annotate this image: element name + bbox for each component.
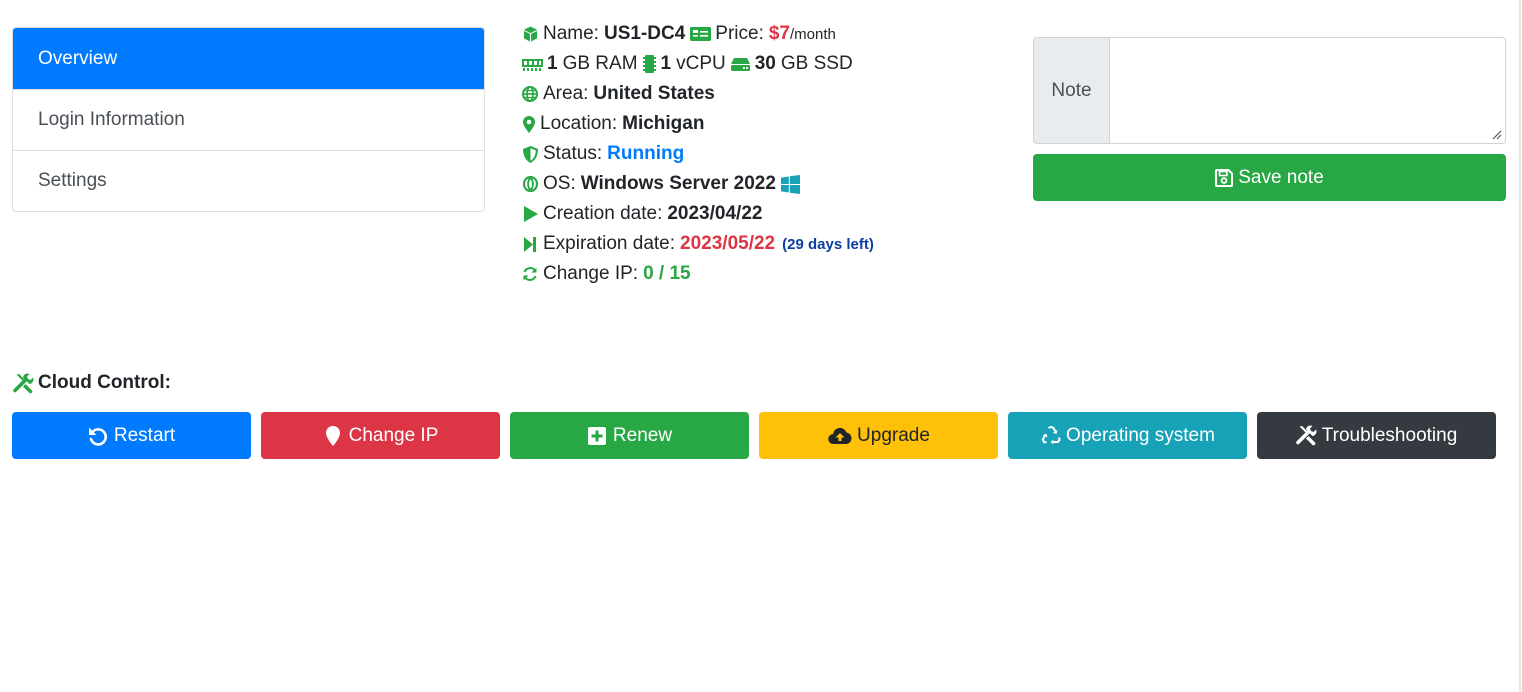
cloud-upload-icon xyxy=(827,425,852,446)
operating-system-label: Operating system xyxy=(1066,424,1215,446)
undo-icon xyxy=(88,425,109,446)
creation-value: 2023/04/22 xyxy=(667,203,763,224)
restart-button[interactable]: Restart xyxy=(12,412,251,459)
expiration-value: 2023/05/22 xyxy=(680,233,776,254)
map-marker-icon xyxy=(323,425,344,446)
step-forward-icon xyxy=(521,235,539,253)
save-note-label: Save note xyxy=(1238,166,1324,188)
info-row-area: Area: United States xyxy=(521,79,1001,109)
cloud-control-label: Cloud Control: xyxy=(38,372,171,393)
recycle-icon xyxy=(1040,425,1061,446)
troubleshooting-label: Troubleshooting xyxy=(1321,424,1458,446)
microchip-icon xyxy=(643,55,657,73)
nav-item-login-information[interactable]: Login Information xyxy=(13,89,484,150)
note-textarea[interactable] xyxy=(1109,37,1506,144)
change-ip-value: 0 / 15 xyxy=(643,263,691,284)
info-row-location: Location: Michigan xyxy=(521,109,1001,139)
price-period: /month xyxy=(790,25,836,43)
info-row-creation: Creation date: 2023/04/22 xyxy=(521,199,1001,229)
sidebar-nav: Overview Login Information Settings xyxy=(12,27,485,212)
opera-icon xyxy=(521,175,539,193)
cpu-unit: vCPU xyxy=(676,53,726,74)
upgrade-button[interactable]: Upgrade xyxy=(759,412,998,459)
area-value: United States xyxy=(593,83,715,104)
location-value: Michigan xyxy=(622,113,705,134)
page-right-border xyxy=(1519,0,1521,692)
change-ip-button[interactable]: Change IP xyxy=(261,412,500,459)
globe-icon xyxy=(521,85,539,103)
name-label: Name: xyxy=(543,23,599,44)
server-info: Name: US1-DC4 Price: $7 /month 1 GB RAM … xyxy=(521,19,1001,289)
info-row-expiration: Expiration date: 2023/05/22 (29 days lef… xyxy=(521,229,1001,259)
info-row-status: Status: Running xyxy=(521,139,1001,169)
sync-icon xyxy=(521,265,539,283)
os-label: OS: xyxy=(543,173,576,194)
ssd-value: 30 xyxy=(754,53,776,74)
info-row-name: Name: US1-DC4 Price: $7 /month xyxy=(521,19,1001,49)
cloud-control-title: Cloud Control: xyxy=(12,370,171,396)
resize-grip-icon[interactable] xyxy=(1490,128,1502,140)
cube-icon xyxy=(521,25,539,43)
shield-icon xyxy=(521,145,539,163)
hdd-icon xyxy=(731,55,751,73)
tools-icon xyxy=(1295,425,1317,446)
save-icon xyxy=(1215,168,1234,187)
price-label: Price: xyxy=(715,23,764,44)
info-row-specs: 1 GB RAM 1 vCPU 30 GB SSD xyxy=(521,49,1001,79)
os-value: Windows Server 2022 xyxy=(580,173,776,194)
ram-unit: GB RAM xyxy=(562,53,638,74)
tools-icon xyxy=(12,372,34,394)
memory-icon xyxy=(521,55,543,73)
ram-value: 1 xyxy=(547,53,558,74)
troubleshooting-button[interactable]: Troubleshooting xyxy=(1257,412,1496,459)
status-label: Status: xyxy=(543,143,603,164)
info-row-change-ip: Change IP: 0 / 15 xyxy=(521,259,1001,289)
expiration-label: Expiration date: xyxy=(543,233,676,254)
location-label: Location: xyxy=(540,113,618,134)
windows-icon xyxy=(781,174,801,194)
nav-item-overview[interactable]: Overview xyxy=(13,28,484,89)
status-value: Running xyxy=(607,143,685,164)
upgrade-label: Upgrade xyxy=(857,424,930,446)
cpu-value: 1 xyxy=(660,53,672,74)
ssd-unit: GB SSD xyxy=(780,53,853,74)
info-row-os: OS: Windows Server 2022 xyxy=(521,169,1001,199)
note-label: Note xyxy=(1033,37,1110,144)
save-note-button[interactable]: Save note xyxy=(1033,154,1506,201)
play-icon xyxy=(521,205,539,223)
restart-label: Restart xyxy=(113,424,176,446)
days-left: (29 days left) xyxy=(782,235,874,253)
plus-square-icon xyxy=(587,425,608,446)
name-value: US1-DC4 xyxy=(603,23,686,44)
creation-label: Creation date: xyxy=(543,203,663,224)
area-label: Area: xyxy=(543,83,589,104)
change-ip-button-label: Change IP xyxy=(348,424,439,446)
map-marker-icon xyxy=(521,115,536,133)
renew-button[interactable]: Renew xyxy=(510,412,749,459)
change-ip-label: Change IP: xyxy=(543,263,639,284)
renew-label: Renew xyxy=(612,424,673,446)
operating-system-button[interactable]: Operating system xyxy=(1008,412,1247,459)
price-value: $7 xyxy=(768,23,790,44)
nav-item-settings[interactable]: Settings xyxy=(13,150,484,211)
money-bill-icon xyxy=(690,25,712,43)
